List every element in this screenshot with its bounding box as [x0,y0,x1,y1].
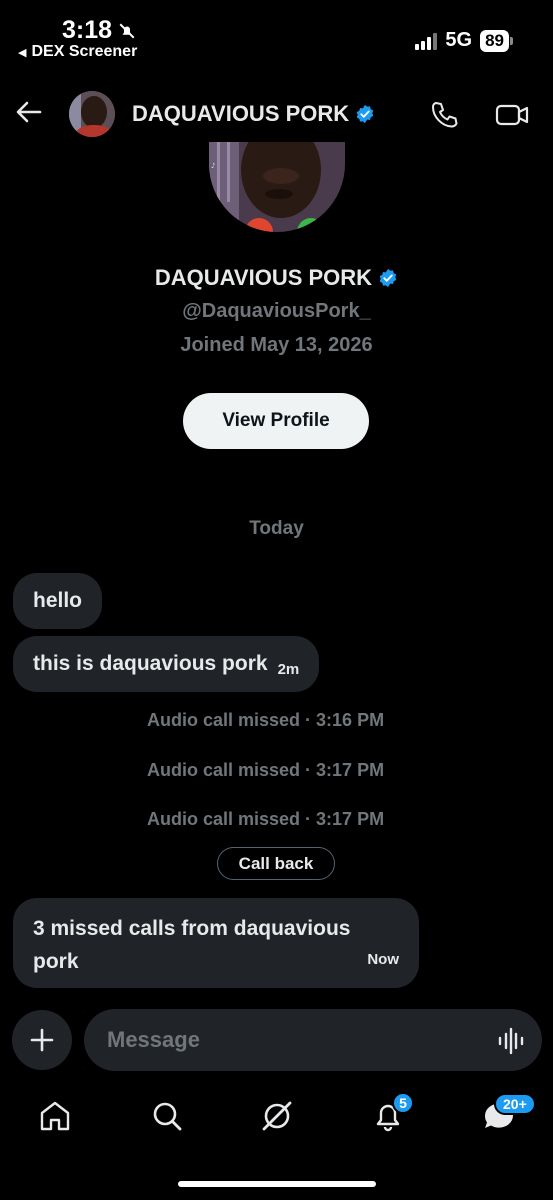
header-name-label: DAQUAVIOUS PORK [132,101,350,126]
missed-call-event: Audio call missed · 3:17 PM [147,809,385,829]
message-text: hello [33,589,83,612]
message-bubble[interactable]: 3 missed calls from daquavious pork Now [13,898,419,988]
profile-joined-date: Joined May 13, 2026 [180,334,373,356]
conversation-header: DAQUAVIOUS PORK [0,85,553,145]
network-label: 5G [445,29,473,51]
verified-badge-icon [356,104,374,124]
message-bubble[interactable]: hello [13,573,103,629]
back-to-app-link[interactable]: ◀ DEX Screener [18,43,137,61]
avatar[interactable] [69,91,115,137]
profile-name-label: DAQUAVIOUS PORK [154,265,373,290]
search-icon[interactable] [149,1098,185,1134]
message-bubble[interactable]: this is daquavious pork 2m [13,636,320,692]
bell-muted-icon [119,23,135,38]
missed-call-event: Audio call missed · 3:16 PM [147,710,385,730]
clock: 3:18 [62,16,113,44]
add-attachment-button[interactable] [12,1010,72,1070]
profile-handle: @DaquaviousPork_ [182,300,371,322]
plus-icon [30,1028,54,1052]
profile-name: DAQUAVIOUS PORK [0,265,553,291]
video-call-icon[interactable] [494,99,530,131]
profile-avatar[interactable]: ♪ [209,142,345,232]
profile-avatar-photo: ♪ [209,142,345,232]
notifications-badge: 5 [392,1092,414,1114]
battery-level: 89 [480,29,509,52]
voice-message-icon[interactable] [496,1026,526,1056]
home-icon[interactable] [37,1098,73,1134]
header-name[interactable]: DAQUAVIOUS PORK [132,101,375,127]
home-indicator[interactable] [178,1181,376,1187]
message-timestamp: Now [367,951,399,968]
status-bar: 3:18 ◀ DEX Screener 5G 89 [0,0,553,70]
call-back-button[interactable]: Call back [217,847,335,880]
status-right: 5G 89 [415,29,513,52]
status-time: 3:18 [62,16,136,45]
view-profile-button[interactable]: View Profile [183,393,369,449]
signal-icon [415,32,438,50]
message-text: this is daquavious pork [33,652,268,675]
message-text: 3 missed calls from daquavious pork [33,917,351,973]
phone-icon[interactable] [428,99,460,131]
message-timestamp: 2m [277,660,300,678]
message-input[interactable] [84,1009,542,1071]
missed-call-event: Audio call missed · 3:17 PM [147,760,385,780]
date-separator: Today [249,518,304,539]
svg-text:♪: ♪ [211,162,215,170]
battery-icon: 89 [480,29,513,52]
back-arrow-icon[interactable] [14,97,44,127]
grok-icon[interactable] [259,1098,295,1134]
messages-badge: 20+ [494,1093,536,1115]
back-triangle-icon: ◀ [18,46,27,59]
avatar-photo [69,91,115,137]
back-app-label: DEX Screener [31,43,138,60]
verified-badge-icon [379,268,397,288]
